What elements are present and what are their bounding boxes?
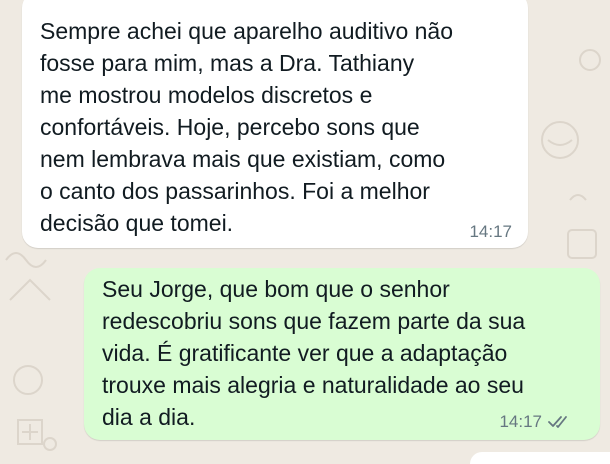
outgoing-message-text: Seu Jorge, que bom que o senhor redescob… bbox=[102, 276, 526, 430]
incoming-message-meta: 14:17 bbox=[469, 222, 512, 242]
incoming-message-time: 14:17 bbox=[469, 222, 512, 241]
double-check-read-icon bbox=[548, 416, 567, 428]
outgoing-message-time: 14:17 bbox=[499, 412, 542, 431]
outgoing-message-bubble[interactable]: Seu Jorge, que bom que o senhor redescob… bbox=[84, 268, 600, 440]
outgoing-message-meta: 14:17 bbox=[499, 412, 572, 432]
incoming-message-text: Sempre achei que aparelho auditivo não f… bbox=[40, 18, 454, 236]
incoming-message-bubble[interactable]: Sempre achei que aparelho auditivo não f… bbox=[22, 0, 528, 248]
next-message-bubble-edge bbox=[470, 452, 610, 464]
